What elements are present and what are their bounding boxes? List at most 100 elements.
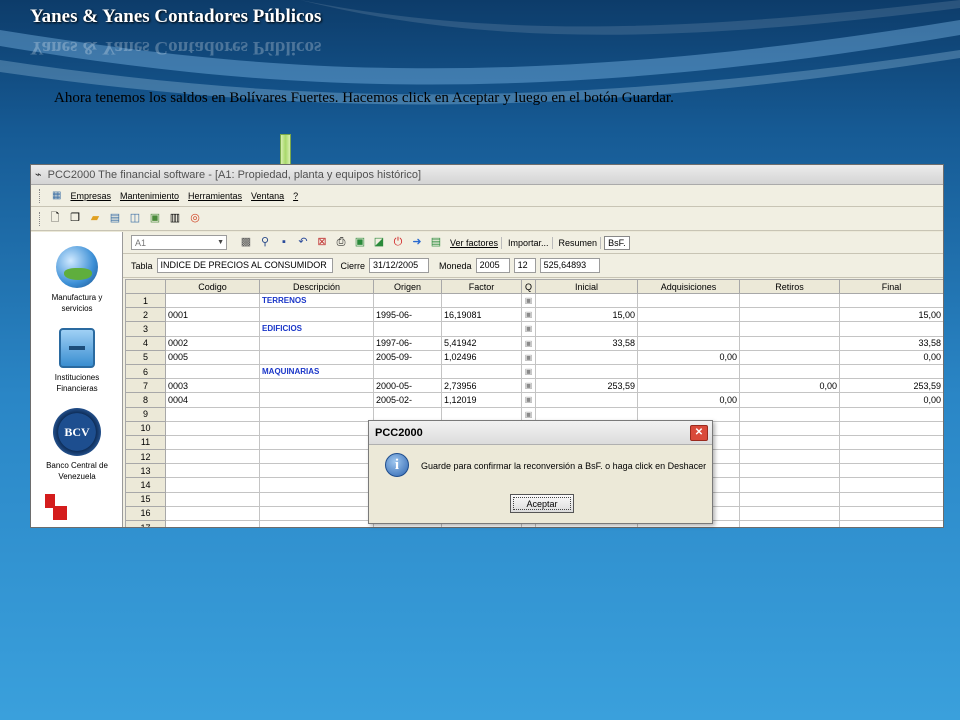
undo-icon[interactable]: ↶ bbox=[295, 235, 311, 251]
cell-codigo[interactable] bbox=[165, 519, 260, 527]
cell-final[interactable] bbox=[839, 491, 943, 507]
cell-final[interactable]: 33,58 bbox=[839, 335, 943, 351]
save-icon[interactable]: ▪ bbox=[276, 235, 292, 251]
row-number[interactable]: 5 bbox=[125, 349, 166, 365]
row-number[interactable]: 12 bbox=[125, 449, 166, 465]
row-number[interactable]: 6 bbox=[125, 363, 166, 380]
cell-adq[interactable]: 0,00 bbox=[637, 392, 740, 408]
cell-desc[interactable] bbox=[259, 505, 374, 522]
cell-adq[interactable] bbox=[637, 335, 740, 351]
cell-adq[interactable] bbox=[637, 321, 740, 337]
table-row[interactable]: 5 0005 2005-09- 1,02496 ▣ 0,00 0,00 bbox=[125, 349, 943, 365]
cell-desc[interactable]: EDIFICIOS bbox=[259, 321, 374, 337]
cell-codigo[interactable]: 0003 bbox=[165, 378, 260, 394]
cell-ret[interactable] bbox=[739, 420, 840, 436]
cell-adq[interactable] bbox=[637, 292, 740, 309]
cell-desc[interactable] bbox=[259, 392, 374, 408]
q-checkbox[interactable]: ▣ bbox=[521, 292, 536, 309]
cell-adq[interactable] bbox=[637, 307, 740, 323]
column-header-descripcion[interactable]: Descripción bbox=[259, 279, 374, 294]
cell-codigo[interactable]: 0001 bbox=[165, 307, 260, 323]
chart-icon[interactable]: ▤ bbox=[107, 211, 123, 227]
resumen-button[interactable]: Resumen bbox=[556, 236, 602, 249]
cell-origen[interactable] bbox=[373, 321, 442, 337]
cell-adq[interactable] bbox=[637, 363, 740, 380]
table-row[interactable]: 8 0004 2005-02- 1,12019 ▣ 0,00 0,00 bbox=[125, 392, 943, 408]
calendar-icon[interactable]: ▣ bbox=[147, 211, 163, 227]
column-header-inicial[interactable]: Inicial bbox=[535, 279, 638, 294]
cell-ret[interactable] bbox=[739, 392, 840, 408]
book-icon[interactable]: ◫ bbox=[127, 211, 143, 227]
sidebar-item-red[interactable] bbox=[31, 494, 123, 524]
cell-final[interactable] bbox=[839, 292, 943, 309]
sidebar-item-bcv[interactable]: BCV Banco Central de Venezuela bbox=[31, 408, 123, 482]
sidebar-item-instituciones[interactable]: Instituciones Financieras bbox=[31, 328, 123, 394]
cell-final[interactable] bbox=[839, 463, 943, 479]
cell-final[interactable] bbox=[839, 420, 943, 436]
q-checkbox[interactable]: ▣ bbox=[521, 392, 536, 408]
cell-final[interactable]: 253,59 bbox=[839, 378, 943, 394]
q-checkbox[interactable]: ▣ bbox=[521, 321, 536, 337]
ver-factores-button[interactable]: Ver factores bbox=[447, 236, 503, 249]
q-checkbox[interactable]: ▣ bbox=[521, 335, 536, 351]
table-row[interactable]: 7 0003 2000-05- 2,73956 ▣ 253,59 0,00 253,59 bbox=[125, 378, 943, 394]
open-folder-icon[interactable]: ▰ bbox=[87, 211, 103, 227]
print-icon[interactable]: ⎙ bbox=[333, 235, 349, 251]
cell-desc[interactable] bbox=[259, 420, 374, 436]
row-number[interactable]: 8 bbox=[125, 392, 166, 408]
cell-ret[interactable] bbox=[739, 406, 840, 422]
cell-codigo[interactable] bbox=[165, 406, 260, 422]
column-header-factor[interactable]: Factor bbox=[441, 279, 522, 294]
cell-ret[interactable] bbox=[739, 321, 840, 337]
cell-codigo[interactable] bbox=[165, 463, 260, 479]
cell-desc[interactable] bbox=[259, 463, 374, 479]
q-checkbox[interactable]: ▣ bbox=[521, 363, 536, 380]
cell-inicial[interactable] bbox=[535, 292, 638, 309]
cell-codigo[interactable]: 0004 bbox=[165, 392, 260, 408]
q-checkbox[interactable]: ▣ bbox=[521, 378, 536, 394]
copy-document-icon[interactable]: ❐ bbox=[67, 211, 83, 227]
table-row[interactable]: 6 MAQUINARIAS ▣ bbox=[125, 363, 943, 380]
column-header-origen[interactable]: Origen bbox=[373, 279, 442, 294]
bsf-button[interactable]: BsF. bbox=[604, 235, 630, 250]
row-number[interactable]: 13 bbox=[125, 463, 166, 479]
cell-codigo[interactable] bbox=[165, 477, 260, 493]
menu-mantenimiento[interactable]: Mantenimiento bbox=[120, 191, 179, 201]
cell-codigo[interactable]: 0002 bbox=[165, 335, 260, 351]
cell-factor[interactable]: 2,73956 bbox=[441, 378, 522, 394]
moneda-year-field[interactable]: 2005 bbox=[475, 258, 510, 273]
cell-adq[interactable]: 0,00 bbox=[637, 349, 740, 365]
stop-icon[interactable]: ⏻ bbox=[390, 235, 406, 251]
cell-ret[interactable] bbox=[739, 349, 840, 365]
cell-ret[interactable] bbox=[739, 335, 840, 351]
row-number[interactable]: 1 bbox=[125, 292, 166, 309]
cell-desc[interactable] bbox=[259, 307, 374, 323]
row-number[interactable]: 7 bbox=[125, 378, 166, 394]
cell-desc[interactable] bbox=[259, 349, 374, 365]
table-row[interactable]: 2 0001 1995-06- 16,19081 ▣ 15,00 15,00 bbox=[125, 307, 943, 323]
row-number[interactable]: 9 bbox=[125, 406, 166, 422]
cell-ret[interactable] bbox=[739, 519, 840, 527]
binoculars-icon[interactable]: ⚲ bbox=[257, 235, 273, 251]
cell-factor[interactable]: 5,41942 bbox=[441, 335, 522, 351]
cell-reference-box[interactable]: A1 ▼ bbox=[131, 235, 227, 250]
cell-adq[interactable] bbox=[637, 378, 740, 394]
cell-ret[interactable] bbox=[739, 491, 840, 507]
cell-ret[interactable] bbox=[739, 292, 840, 309]
cell-ret[interactable] bbox=[739, 307, 840, 323]
cell-inicial[interactable]: 15,00 bbox=[535, 307, 638, 323]
cell-codigo[interactable] bbox=[165, 321, 260, 337]
cell-inicial[interactable]: 253,59 bbox=[535, 378, 638, 394]
cell-inicial[interactable] bbox=[535, 349, 638, 365]
delete-grid-icon[interactable]: ⊠ bbox=[314, 235, 330, 251]
close-icon[interactable]: ✕ bbox=[690, 424, 708, 441]
cell-codigo[interactable] bbox=[165, 363, 260, 380]
column-header-final[interactable]: Final bbox=[839, 279, 943, 294]
cell-factor[interactable] bbox=[441, 292, 522, 309]
row-number[interactable]: 4 bbox=[125, 335, 166, 351]
cell-origen[interactable] bbox=[373, 363, 442, 380]
cell-final[interactable] bbox=[839, 505, 943, 522]
menu-empresas[interactable]: Empresas bbox=[70, 191, 111, 201]
help-lifebuoy-icon[interactable]: ◎ bbox=[187, 211, 203, 227]
column-header-adquisiciones[interactable]: Adquisiciones bbox=[637, 279, 740, 294]
